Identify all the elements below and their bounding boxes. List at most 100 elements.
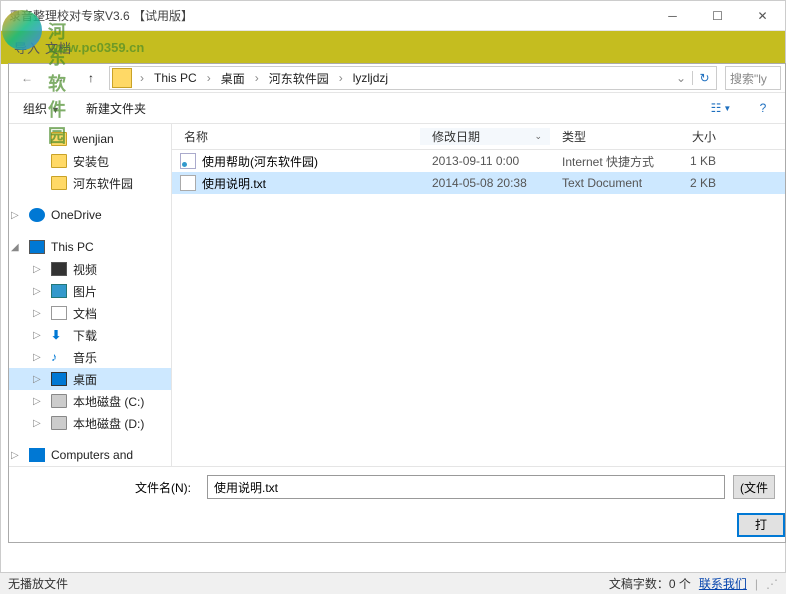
expand-icon[interactable]: ▷ bbox=[33, 352, 45, 363]
column-headers: 名称 修改日期⌄ 类型 大小 bbox=[172, 124, 785, 150]
col-size[interactable]: 大小 bbox=[658, 128, 728, 145]
down-icon: ⬇ bbox=[51, 328, 67, 342]
tree-item[interactable]: ▷ 桌面 bbox=[9, 368, 171, 390]
tree-item[interactable]: wenjian bbox=[9, 128, 171, 150]
new-folder-button[interactable]: 新建文件夹 bbox=[82, 98, 150, 119]
tree-item-label: 图片 bbox=[73, 283, 97, 300]
tree-item-label: 桌面 bbox=[73, 371, 97, 388]
desk-icon bbox=[51, 372, 67, 386]
file-list: 名称 修改日期⌄ 类型 大小 使用帮助(河东软件园)2013-09-11 0:0… bbox=[172, 124, 785, 466]
expand-icon[interactable]: ▷ bbox=[11, 450, 23, 461]
tree-item[interactable]: ▷ 图片 bbox=[9, 280, 171, 302]
titlebar: 录音整理校对专家V3.6 【试用版】 ─ ☐ ✕ bbox=[1, 1, 785, 31]
minimize-button[interactable]: ─ bbox=[650, 1, 695, 30]
file-name: 使用帮助(河东软件园) bbox=[202, 153, 420, 170]
tree-item-label: wenjian bbox=[73, 132, 114, 146]
col-date[interactable]: 修改日期⌄ bbox=[420, 128, 550, 145]
expand-icon[interactable]: ▷ bbox=[33, 308, 45, 319]
chevron-icon[interactable]: › bbox=[333, 71, 349, 85]
refresh-button[interactable]: ↻ bbox=[692, 71, 716, 85]
net-icon bbox=[29, 448, 45, 462]
tree-item-label: 文档 bbox=[73, 305, 97, 322]
file-row[interactable]: 使用帮助(河东软件园)2013-09-11 0:00Internet 快捷方式1… bbox=[172, 150, 785, 172]
close-button[interactable]: ✕ bbox=[740, 1, 785, 30]
forward-button[interactable]: → bbox=[45, 66, 73, 90]
maximize-button[interactable]: ☐ bbox=[695, 1, 740, 30]
drive-icon bbox=[51, 416, 67, 430]
tree-item[interactable]: ▷本地磁盘 (C:) bbox=[9, 390, 171, 412]
open-dialog: ← → ↑ › This PC › 桌面 › 河东软件园 › lyzljdzj … bbox=[8, 63, 786, 543]
crumb-folder[interactable]: lyzljdzj bbox=[349, 71, 392, 85]
breadcrumb[interactable]: › This PC › 桌面 › 河东软件园 › lyzljdzj ⌄ ↻ bbox=[109, 66, 717, 90]
file-type: Internet 快捷方式 bbox=[550, 153, 658, 170]
tree-item-label: 安装包 bbox=[73, 153, 109, 170]
pc-icon bbox=[29, 240, 45, 254]
tree-item[interactable]: ▷ OneDrive bbox=[9, 204, 171, 226]
crumb-folder[interactable]: 河东软件园 bbox=[265, 70, 333, 87]
tree-item-label: OneDrive bbox=[51, 208, 102, 222]
tree-item-label: 河东软件园 bbox=[73, 175, 133, 192]
col-type[interactable]: 类型 bbox=[550, 128, 658, 145]
tree-item-label: 音乐 bbox=[73, 349, 97, 366]
tree-item[interactable]: ▷ ♪ 音乐 bbox=[9, 346, 171, 368]
video-icon bbox=[51, 262, 67, 276]
tree-item[interactable]: ▷ 文档 bbox=[9, 302, 171, 324]
file-size: 2 KB bbox=[658, 176, 728, 190]
file-type: Text Document bbox=[550, 176, 658, 190]
tree-item-label: 视频 bbox=[73, 261, 97, 278]
nav-bar: ← → ↑ › This PC › 桌面 › 河东软件园 › lyzljdzj … bbox=[9, 64, 785, 93]
expand-icon[interactable]: ▷ bbox=[33, 264, 45, 275]
organize-button[interactable]: 组织▼ bbox=[19, 98, 64, 119]
separator: | bbox=[755, 577, 758, 591]
view-button[interactable]: ☷▼ bbox=[709, 96, 733, 120]
onedrive-icon bbox=[29, 208, 45, 222]
tree-item[interactable]: 安装包 bbox=[9, 150, 171, 172]
chevron-icon[interactable]: › bbox=[134, 71, 150, 85]
file-date: 2013-09-11 0:00 bbox=[420, 154, 550, 168]
expand-icon[interactable]: ▷ bbox=[33, 286, 45, 297]
expand-icon[interactable]: ▷ bbox=[33, 396, 45, 407]
toolbar: 组织▼ 新建文件夹 ☷▼ ? bbox=[9, 93, 785, 124]
contact-link[interactable]: 联系我们 bbox=[699, 575, 747, 592]
help-button[interactable]: ? bbox=[751, 96, 775, 120]
file-name: 使用说明.txt bbox=[202, 175, 420, 192]
folder-icon bbox=[51, 132, 67, 146]
expand-icon[interactable]: ◢ bbox=[11, 242, 23, 253]
window-title: 录音整理校对专家V3.6 【试用版】 bbox=[9, 7, 650, 24]
expand-icon[interactable]: ▷ bbox=[33, 374, 45, 385]
chevron-icon[interactable]: › bbox=[249, 71, 265, 85]
expand-icon[interactable]: ▷ bbox=[33, 330, 45, 341]
tree-item-label: Computers and bbox=[51, 448, 133, 462]
doc-icon bbox=[51, 306, 67, 320]
file-row[interactable]: 使用说明.txt2014-05-08 20:38Text Document2 K… bbox=[172, 172, 785, 194]
nav-tree[interactable]: wenjian 安装包河东软件园 ▷ OneDrive ◢ This PC ▷ 视频 ▷ 图片 ▷ 文… bbox=[9, 124, 172, 466]
status-playback: 无播放文件 bbox=[8, 575, 609, 592]
col-name[interactable]: 名称 bbox=[172, 128, 420, 145]
dropdown-icon[interactable]: ⌄ bbox=[670, 71, 692, 85]
tree-item[interactable]: ◢ This PC bbox=[9, 236, 171, 258]
resize-grip[interactable]: ⋰ bbox=[766, 577, 778, 591]
crumb-desktop[interactable]: 桌面 bbox=[217, 70, 249, 87]
chevron-icon[interactable]: › bbox=[201, 71, 217, 85]
back-button[interactable]: ← bbox=[13, 66, 41, 90]
drive-icon bbox=[51, 394, 67, 408]
tree-item-label: 下载 bbox=[73, 327, 97, 344]
tree-item[interactable]: ▷ Computers and bbox=[9, 444, 171, 466]
open-button[interactable]: 打 bbox=[737, 513, 785, 537]
up-button[interactable]: ↑ bbox=[77, 66, 105, 90]
expand-icon[interactable]: ▷ bbox=[33, 418, 45, 429]
tree-item[interactable]: ▷本地磁盘 (D:) bbox=[9, 412, 171, 434]
search-input[interactable]: 搜索"ly bbox=[725, 66, 781, 90]
expand-icon[interactable]: ▷ bbox=[11, 210, 23, 221]
tree-item[interactable]: 河东软件园 bbox=[9, 172, 171, 194]
banner: 导入 文档 bbox=[1, 31, 785, 64]
crumb-this-pc[interactable]: This PC bbox=[150, 71, 201, 85]
filename-label: 文件名(N): bbox=[19, 479, 199, 496]
filename-input[interactable] bbox=[207, 475, 725, 499]
music-icon: ♪ bbox=[51, 350, 67, 364]
search-placeholder: 搜索"ly bbox=[730, 70, 767, 87]
tree-item[interactable]: ▷ ⬇ 下载 bbox=[9, 324, 171, 346]
file-filter[interactable]: (文件 bbox=[733, 475, 775, 499]
tree-item-label: This PC bbox=[51, 240, 94, 254]
tree-item[interactable]: ▷ 视频 bbox=[9, 258, 171, 280]
